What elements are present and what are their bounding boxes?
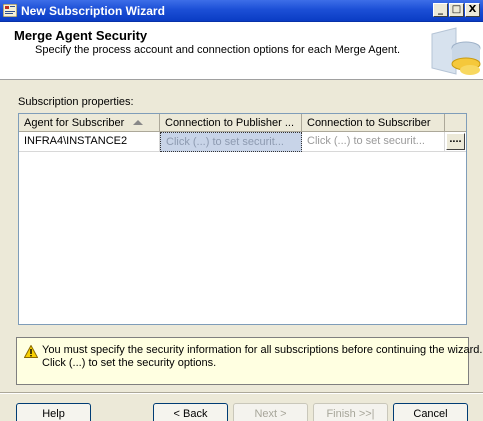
window-title: New Subscription Wizard: [21, 4, 165, 18]
maximize-button[interactable]: □: [449, 3, 464, 17]
subscription-properties-label: Subscription properties:: [18, 96, 134, 108]
column-header-blank: [445, 114, 466, 132]
minimize-button[interactable]: _: [433, 3, 448, 17]
column-header-agent-label: Agent for Subscriber: [24, 117, 125, 129]
cell-ellipsis: ....: [445, 132, 466, 152]
next-button[interactable]: Next >: [233, 403, 308, 421]
column-header-agent[interactable]: Agent for Subscriber: [19, 114, 160, 132]
cell-subscriber-connection[interactable]: Click (...) to set securit...: [302, 132, 445, 152]
warning-icon: [24, 345, 38, 358]
cancel-button[interactable]: Cancel: [393, 403, 468, 421]
back-button[interactable]: < Back: [153, 403, 228, 421]
app-icon: [3, 4, 17, 17]
column-header-subscriber[interactable]: Connection to Subscriber: [302, 114, 445, 132]
database-icon: [426, 24, 483, 78]
warning-panel: You must specify the security informatio…: [16, 337, 482, 385]
page-subtitle: Specify the process account and connecti…: [35, 44, 401, 56]
cell-publisher-connection[interactable]: Click (...) to set securit...: [160, 132, 302, 152]
warning-message: You must specify the security informatio…: [42, 344, 483, 356]
separator: [0, 392, 483, 394]
help-button[interactable]: Help: [16, 403, 91, 421]
finish-button[interactable]: Finish >>|: [313, 403, 388, 421]
subscription-properties-grid: Agent for Subscriber Connection to Publi…: [18, 113, 467, 325]
wizard-header: Merge Agent Security Specify the process…: [0, 22, 483, 80]
close-button[interactable]: X: [465, 3, 480, 17]
column-header-publisher[interactable]: Connection to Publisher ...: [160, 114, 302, 132]
sort-ascending-icon: [133, 120, 143, 125]
page-title: Merge Agent Security: [14, 28, 148, 43]
cell-agent[interactable]: INFRA4\INSTANCE2: [19, 132, 160, 152]
title-bar: New Subscription Wizard _ □ X: [0, 0, 483, 22]
ellipsis-button[interactable]: ....: [446, 133, 465, 150]
warning-instruction: Click (...) to set the security options.: [42, 357, 217, 369]
